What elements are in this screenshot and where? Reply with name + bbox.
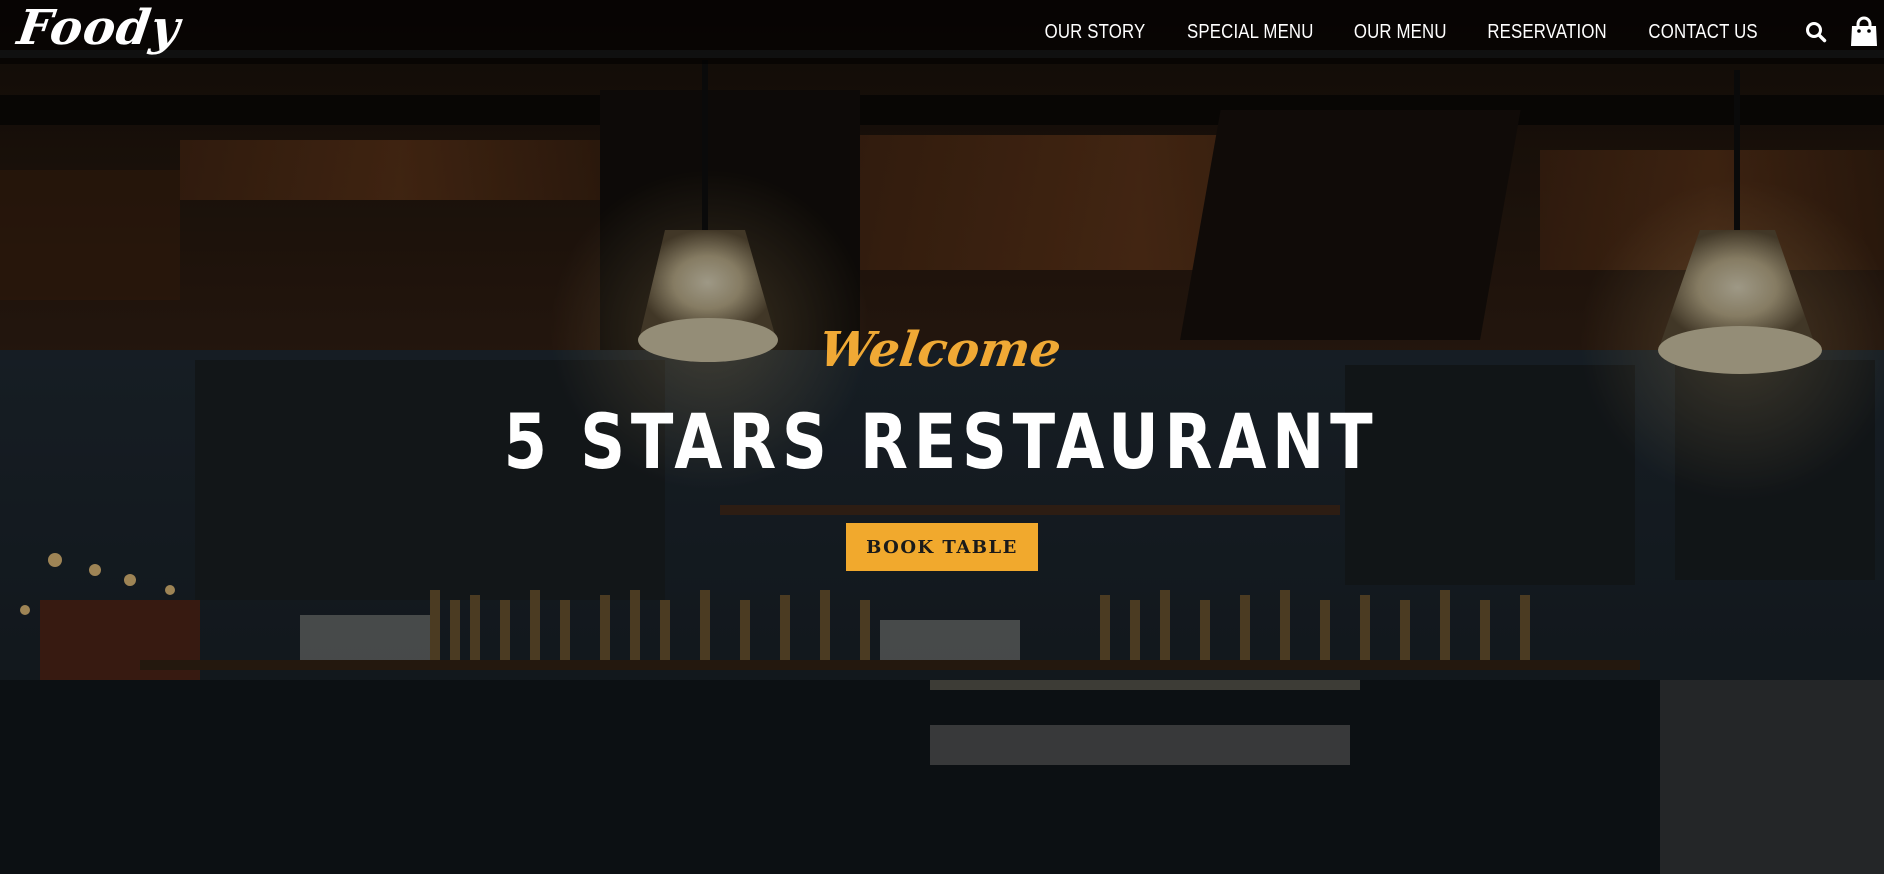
page: Foody OUR STORY SPECIAL MENU OUR MENU RE… [0, 0, 1884, 874]
hero-headline: 5 STARS RESTAURANT [503, 397, 1379, 486]
book-table-button[interactable]: BOOK TABLE [846, 523, 1038, 571]
hero-welcome-text: Welcome [815, 322, 1065, 378]
hero-section: Welcome 5 STARS RESTAURANT BOOK TABLE [0, 0, 1884, 874]
